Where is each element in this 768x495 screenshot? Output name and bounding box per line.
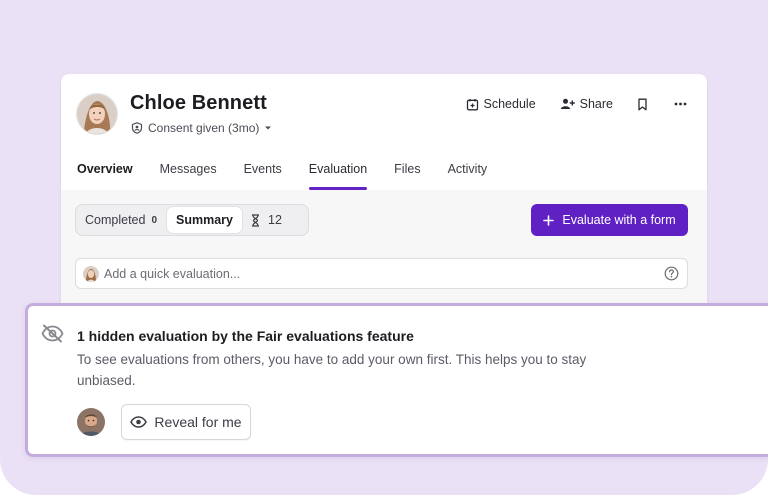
quick-evaluation-input[interactable] (104, 266, 644, 281)
segment-pending[interactable]: 12 (242, 207, 291, 233)
tab-evaluation[interactable]: Evaluation (308, 162, 368, 190)
tab-activity[interactable]: Activity (448, 162, 488, 190)
quick-evaluation-field (75, 258, 688, 289)
share-label: Share (579, 97, 613, 111)
eye-icon (130, 416, 148, 428)
more-options-button[interactable] (674, 102, 687, 106)
avatar-photo-icon (77, 408, 105, 436)
reveal-label: Reveal for me (154, 414, 242, 430)
evaluator-avatar (77, 408, 105, 436)
calendar-plus-icon (466, 98, 478, 110)
summary-label: Summary (176, 213, 233, 227)
more-horizontal-icon (674, 102, 687, 106)
pending-count: 12 (268, 213, 282, 227)
consent-dropdown[interactable]: Consent given (3mo) (131, 121, 272, 135)
eye-off-icon (41, 324, 64, 343)
avatar-photo-icon (77, 94, 117, 134)
reveal-for-me-button[interactable]: Reveal for me (121, 404, 251, 440)
avatar-photo-icon (83, 265, 99, 282)
segment-summary[interactable]: Summary (167, 207, 242, 233)
tab-bar: Overview Messages Events Evaluation File… (77, 162, 514, 190)
header-actions: Schedule Share (466, 97, 687, 111)
tab-events[interactable]: Events (244, 162, 282, 190)
notice-description: To see evaluations from others, you have… (77, 352, 587, 388)
consent-label: Consent given (3mo) (148, 121, 260, 135)
candidate-avatar (77, 94, 117, 134)
evaluate-with-form-button[interactable]: Evaluate with a form (531, 204, 688, 236)
schedule-label: Schedule (483, 97, 536, 111)
schedule-button[interactable]: Schedule (466, 97, 536, 111)
add-user-icon (560, 98, 575, 109)
tab-files[interactable]: Files (394, 162, 420, 190)
evaluate-label: Evaluate with a form (562, 213, 676, 227)
candidate-name: Chloe Bennett (130, 92, 267, 114)
completed-label: Completed (85, 213, 146, 227)
hidden-evaluation-notice: 1 hidden evaluation by the Fair evaluati… (25, 303, 768, 457)
hourglass-icon (252, 213, 259, 227)
plus-icon (543, 214, 555, 226)
card-header: Chloe Bennett Consent given (3mo) Schedu… (61, 74, 707, 190)
segment-completed[interactable]: Completed 0 (76, 207, 166, 233)
shield-icon (131, 122, 143, 134)
completed-count: 0 (151, 214, 158, 226)
share-button[interactable]: Share (560, 97, 613, 111)
bookmark-button[interactable] (637, 98, 648, 111)
bookmark-icon (638, 98, 647, 110)
tab-messages[interactable]: Messages (160, 162, 217, 190)
tab-overview[interactable]: Overview (77, 162, 133, 190)
help-circle-icon[interactable] (664, 266, 679, 281)
user-avatar-small (83, 265, 99, 282)
caret-down-icon (265, 126, 272, 130)
evaluation-filter-segment: Completed 0 Summary 12 (75, 204, 309, 236)
notice-title: 1 hidden evaluation by the Fair evaluati… (77, 328, 414, 344)
